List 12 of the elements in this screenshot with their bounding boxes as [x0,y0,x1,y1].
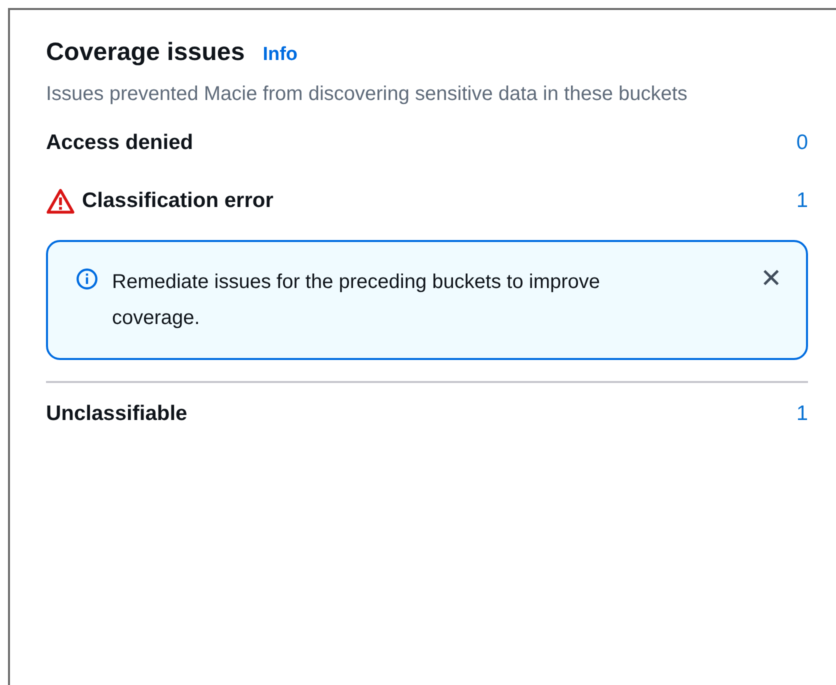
panel-description: Issues prevented Macie from discovering sensitive data in these buckets [46,82,688,107]
issue-label: Access denied [46,131,194,155]
issue-count-link[interactable]: 0 [796,131,808,155]
info-icon [76,268,98,290]
issue-count-link[interactable]: 1 [796,402,808,426]
issue-label: Unclassifiable [46,402,188,426]
info-link[interactable]: Info [262,44,298,66]
close-button[interactable]: ✕ [760,264,782,294]
alert-message: Remediate issues for the preceding buckets to improve coverage. [112,270,602,331]
panel-title: Coverage issues [46,38,245,67]
issue-label: Classification error [82,189,274,213]
issue-count-link[interactable]: 1 [796,189,808,213]
